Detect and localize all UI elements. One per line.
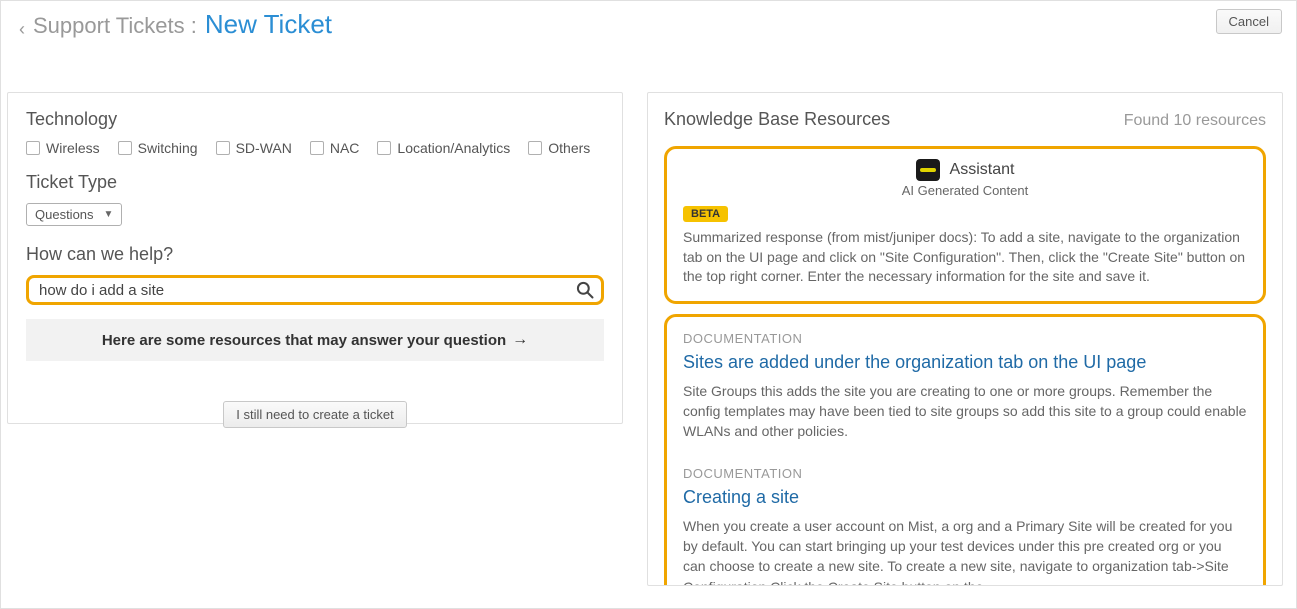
technology-label: Technology (26, 109, 604, 130)
checkbox-label: NAC (330, 140, 360, 156)
resources-banner-text: Here are some resources that may answer … (102, 332, 506, 349)
assistant-bot-icon (916, 159, 940, 181)
search-icon[interactable] (575, 280, 595, 300)
ticket-form-panel: Technology Wireless Switching SD-WAN NAC (7, 92, 623, 424)
assistant-body: Summarized response (from mist/juniper d… (683, 228, 1247, 287)
checkbox-sdwan[interactable]: SD-WAN (216, 140, 292, 156)
kb-title: Knowledge Base Resources (664, 109, 890, 130)
doc-text: When you create a user account on Mist, … (683, 516, 1247, 586)
caret-down-icon: ▼ (104, 209, 114, 220)
checkbox-others[interactable]: Others (528, 140, 590, 156)
documentation-card: DOCUMENTATION Sites are added under the … (664, 314, 1266, 586)
checkbox-box-icon (26, 141, 40, 155)
checkbox-label: Location/Analytics (397, 140, 510, 156)
search-input[interactable] (37, 281, 575, 300)
doc-title-link[interactable]: Creating a site (683, 487, 1247, 508)
ticket-type-label: Ticket Type (26, 172, 604, 193)
ticket-type-select[interactable]: Questions ▼ (26, 203, 122, 226)
technology-checkbox-row: Wireless Switching SD-WAN NAC Location/A… (26, 140, 604, 156)
assistant-header: Assistant AI Generated Content (683, 159, 1247, 198)
kb-header: Knowledge Base Resources Found 10 resour… (664, 109, 1266, 130)
checkbox-label: SD-WAN (236, 140, 292, 156)
checkbox-box-icon (216, 141, 230, 155)
checkbox-label: Wireless (46, 140, 100, 156)
assistant-title: Assistant (950, 161, 1015, 179)
doc-item: DOCUMENTATION Sites are added under the … (683, 331, 1247, 442)
assistant-card: Assistant AI Generated Content BETA Summ… (664, 146, 1266, 304)
breadcrumb: ‹ Support Tickets : New Ticket (19, 9, 332, 42)
breadcrumb-current: New Ticket (205, 9, 332, 40)
still-need-wrap: I still need to create a ticket (26, 401, 604, 428)
ticket-type-value: Questions (35, 207, 94, 222)
kb-count: Found 10 resources (1124, 112, 1266, 130)
checkbox-box-icon (310, 141, 324, 155)
doc-title-link[interactable]: Sites are added under the organization t… (683, 352, 1247, 373)
checkbox-nac[interactable]: NAC (310, 140, 360, 156)
checkbox-label: Switching (138, 140, 198, 156)
checkbox-box-icon (528, 141, 542, 155)
breadcrumb-parent[interactable]: Support Tickets : (33, 13, 197, 39)
knowledge-base-panel: Knowledge Base Resources Found 10 resour… (647, 92, 1283, 586)
checkbox-switching[interactable]: Switching (118, 140, 198, 156)
checkbox-location-analytics[interactable]: Location/Analytics (377, 140, 510, 156)
help-label: How can we help? (26, 244, 604, 265)
checkbox-box-icon (377, 141, 391, 155)
checkbox-wireless[interactable]: Wireless (26, 140, 100, 156)
resources-banner[interactable]: Here are some resources that may answer … (26, 319, 604, 361)
back-chevron-icon[interactable]: ‹ (19, 14, 25, 44)
checkbox-box-icon (118, 141, 132, 155)
app-root: ‹ Support Tickets : New Ticket Cancel Te… (0, 0, 1297, 609)
doc-text: Site Groups this adds the site you are c… (683, 381, 1247, 442)
doc-badge: DOCUMENTATION (683, 466, 1247, 481)
arrow-right-icon: → (512, 331, 528, 349)
search-field-wrap (26, 275, 604, 305)
cancel-button[interactable]: Cancel (1216, 9, 1282, 34)
doc-badge: DOCUMENTATION (683, 331, 1247, 346)
beta-badge: BETA (683, 206, 728, 222)
doc-item: DOCUMENTATION Creating a site When you c… (683, 466, 1247, 586)
page-header: ‹ Support Tickets : New Ticket Cancel (1, 1, 1296, 42)
checkbox-label: Others (548, 140, 590, 156)
create-ticket-button[interactable]: I still need to create a ticket (223, 401, 407, 428)
main-body: Technology Wireless Switching SD-WAN NAC (1, 42, 1296, 608)
assistant-subtitle: AI Generated Content (683, 183, 1247, 198)
